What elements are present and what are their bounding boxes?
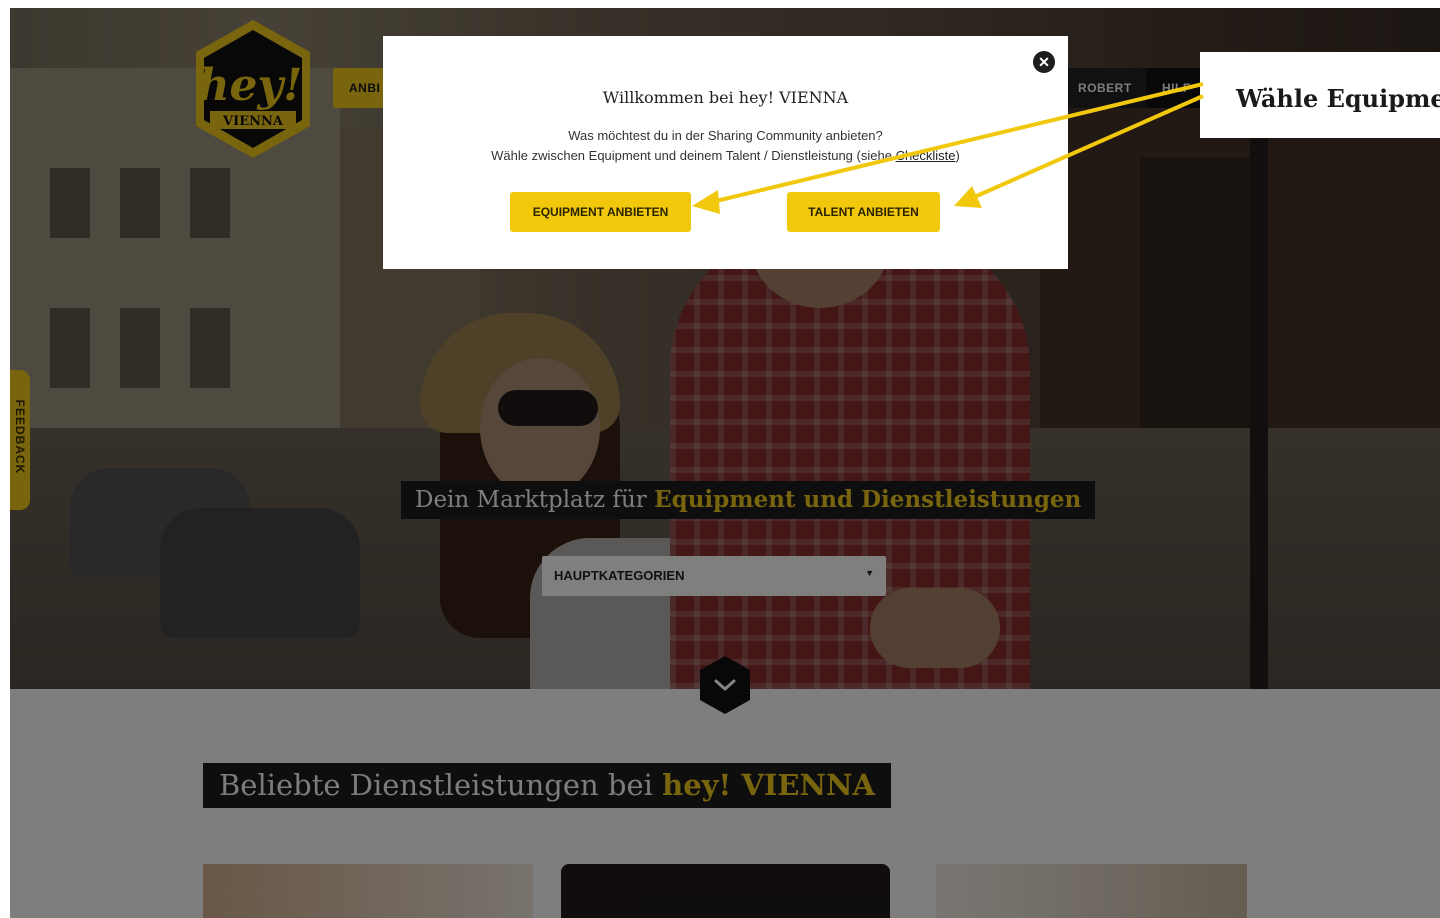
modal-question: Was möchtest du in der Sharing Community… <box>568 128 883 143</box>
modal-instruction-end: ) <box>955 148 960 163</box>
modal-instruction-text: Wähle zwischen Equipment und deinem Tale… <box>491 148 892 163</box>
annotation-callout-text: Wähle Equipment <box>1236 84 1440 113</box>
modal-instruction: Wähle zwischen Equipment und deinem Tale… <box>383 148 1068 163</box>
checklist-link[interactable]: Checkliste <box>896 148 956 163</box>
annotation-callout: Wähle Equipment <box>1200 52 1440 138</box>
modal-title: Willkommen bei hey! VIENNA <box>602 88 849 107</box>
close-icon[interactable]: ✕ <box>1033 51 1055 73</box>
browser-viewport: hey! VIENNA ANBI ROBERT HILF FEEDBACK De… <box>10 8 1440 918</box>
offer-modal: Willkommen bei hey! VIENNA Was möchtest … <box>383 36 1068 269</box>
offer-equipment-button[interactable]: EQUIPMENT ANBIETEN <box>510 192 691 232</box>
offer-talent-button[interactable]: TALENT ANBIETEN <box>787 192 940 232</box>
